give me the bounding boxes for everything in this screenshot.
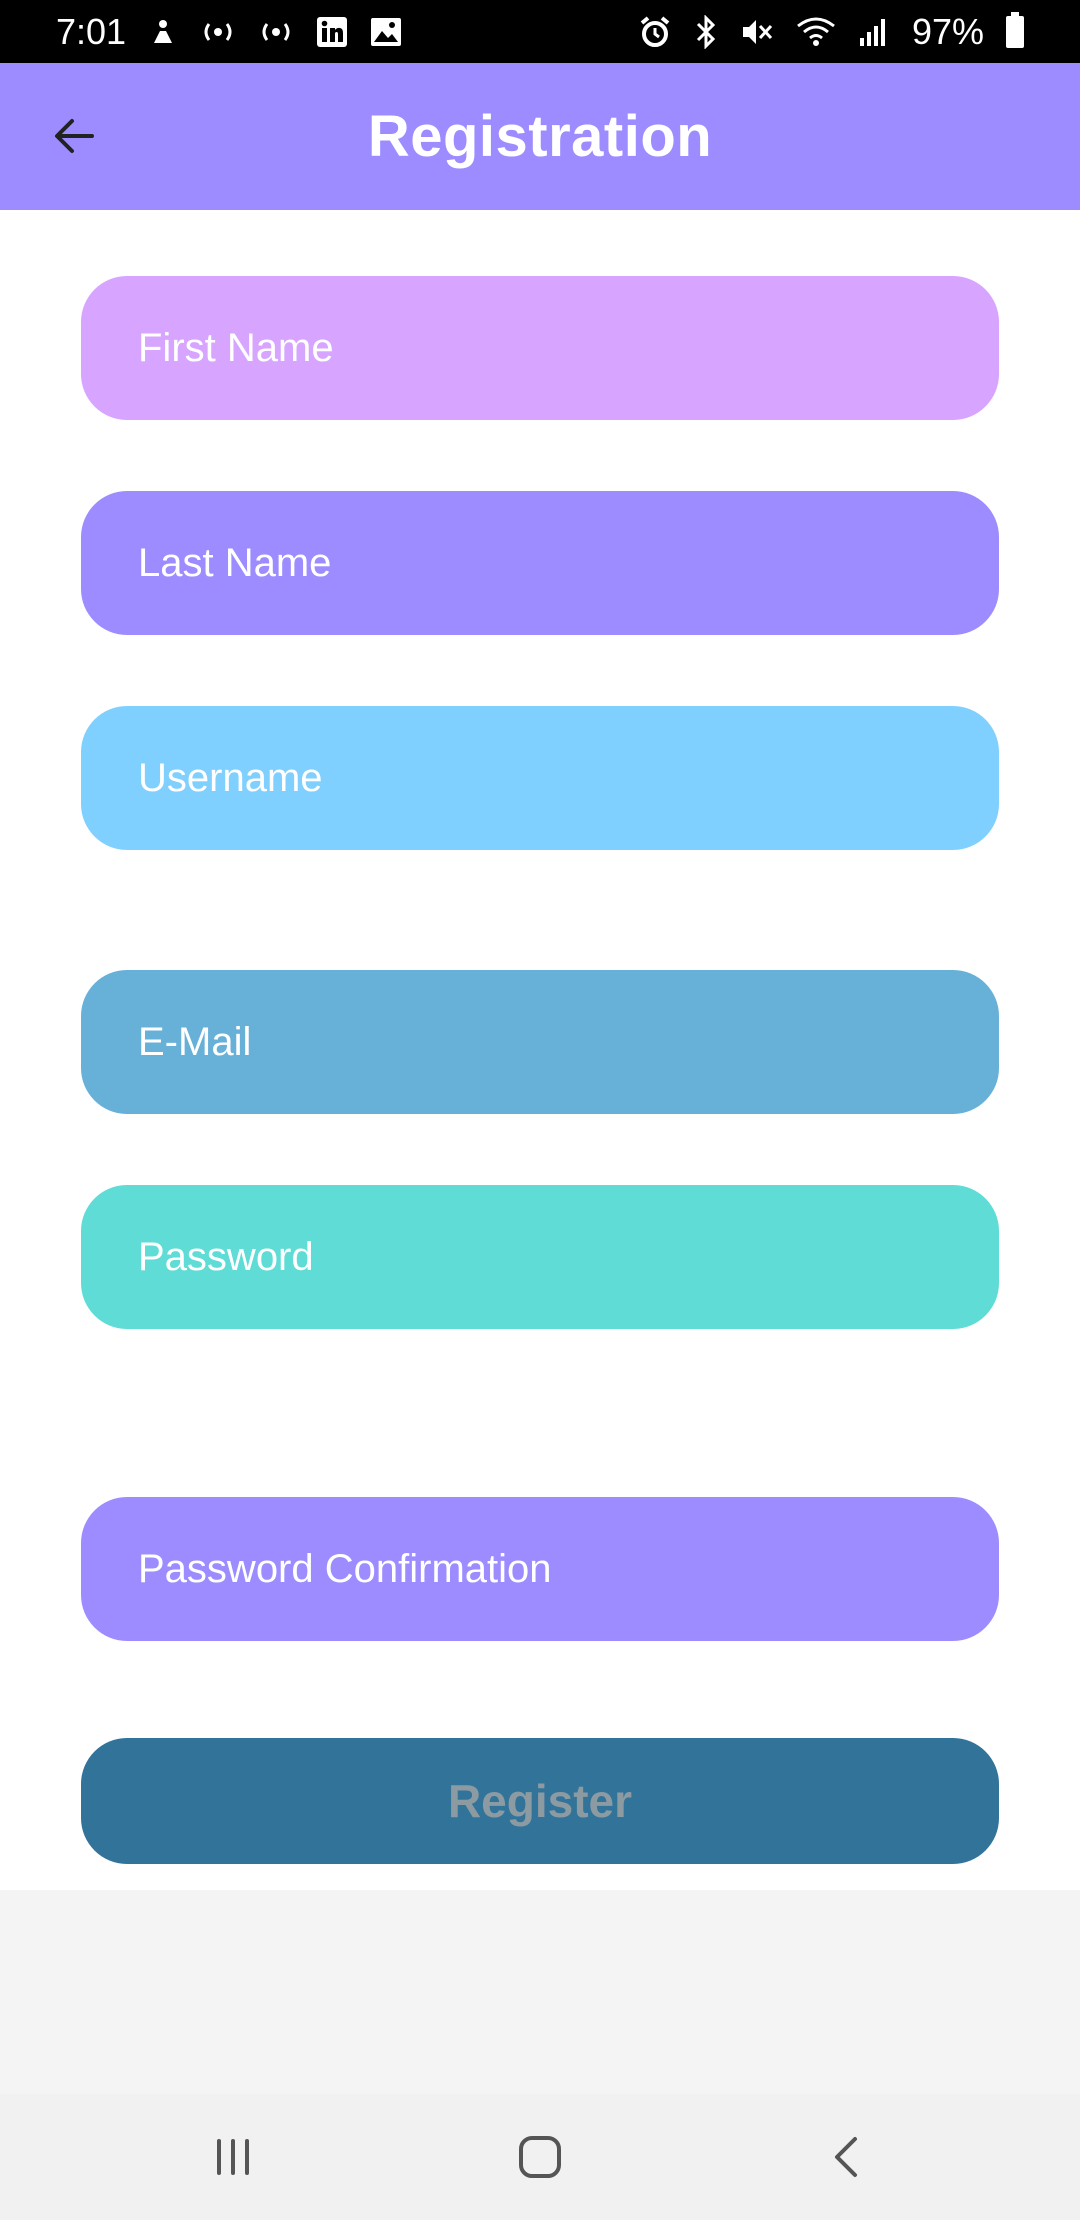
linkedin-icon: [316, 14, 348, 50]
password-field[interactable]: [81, 1185, 999, 1329]
navigation-bar: [0, 2094, 1080, 2220]
notification-icon: [148, 14, 178, 50]
status-bar: 7:01 97%: [0, 0, 1080, 63]
cast-icon: [200, 14, 236, 50]
mute-icon: [740, 14, 774, 50]
battery-percent: 97%: [911, 10, 984, 52]
last-name-input[interactable]: [138, 540, 942, 586]
back-icon: [834, 2137, 857, 2177]
image-icon: [370, 14, 402, 50]
last-name-field[interactable]: [81, 491, 999, 635]
email-field[interactable]: [81, 970, 999, 1114]
username-input[interactable]: [138, 755, 942, 801]
cast-icon-2: [258, 14, 294, 50]
status-right: 97%: [638, 11, 1024, 53]
username-field[interactable]: [81, 706, 999, 850]
registration-form: Register: [0, 210, 1080, 1890]
signal-icon: [858, 14, 890, 50]
password-confirmation-input[interactable]: [138, 1546, 942, 1592]
first-name-input[interactable]: [138, 325, 942, 371]
bluetooth-icon: [694, 14, 718, 50]
first-name-field[interactable]: [81, 276, 999, 420]
screen: 7:01 97% Registration First Name Last Na…: [0, 0, 1080, 2220]
app-bar: Registration: [0, 63, 1080, 210]
arrow-left-icon: [55, 119, 94, 153]
alarm-icon: [638, 14, 672, 50]
home-icon: [518, 2136, 561, 2178]
wifi-icon: [796, 14, 836, 50]
nav-back-button[interactable]: [802, 2112, 892, 2202]
status-left: 7:01: [56, 11, 402, 53]
password-confirmation-field[interactable]: [81, 1497, 999, 1641]
email-input[interactable]: [138, 1019, 942, 1065]
password-input[interactable]: [138, 1234, 942, 1280]
battery-icon: [1006, 11, 1024, 48]
status-time: 7:01: [56, 10, 127, 52]
register-button[interactable]: Register: [81, 1738, 999, 1864]
recent-apps-button[interactable]: [188, 2112, 278, 2202]
recent-apps-icon: [217, 2139, 250, 2175]
home-button[interactable]: [495, 2112, 585, 2202]
page-title: Registration: [367, 104, 713, 169]
back-button[interactable]: [38, 100, 110, 172]
